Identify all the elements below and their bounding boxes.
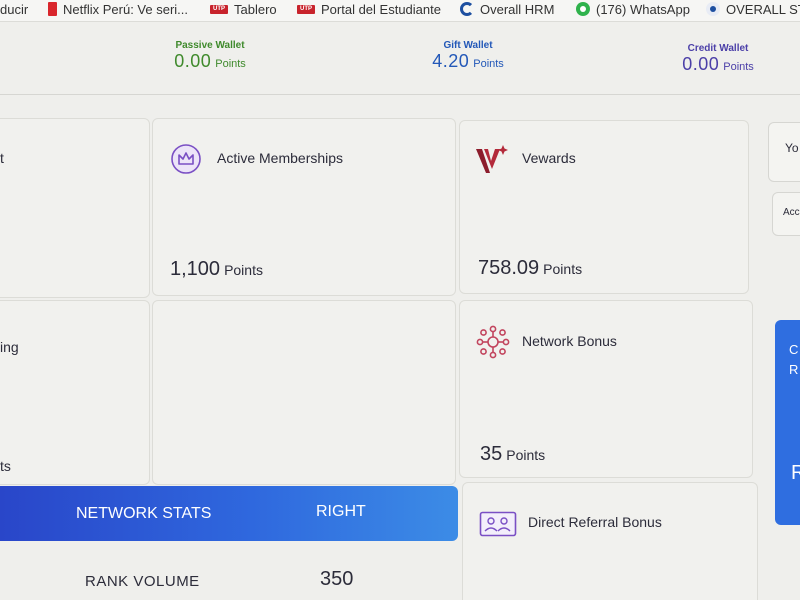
empty-card (152, 300, 456, 485)
credit-wallet-unit: Points (723, 61, 754, 73)
bookmark-item[interactable]: ducir (0, 0, 28, 18)
netflix-icon (48, 2, 57, 16)
right-edge-blue-panel[interactable]: C R R (775, 320, 800, 525)
rank-volume-label: RANK VOLUME (85, 573, 200, 590)
card-title: Vewards (522, 150, 576, 166)
blue-panel-text: R (789, 362, 799, 377)
passive-wallet-unit: Points (215, 58, 246, 70)
gift-wallet: Gift Wallet 4.20 Points (408, 40, 528, 72)
network-icon (476, 325, 510, 359)
right-edge-card[interactable]: Yo (768, 122, 800, 182)
left-card-text: ing (0, 339, 19, 355)
card-value-number: 1,100 (170, 258, 221, 280)
card-title: Active Memberships (217, 150, 344, 166)
right-edge-button-text: Acc (783, 207, 800, 218)
direct-referral-bonus-card[interactable]: Direct Referral Bonus (462, 482, 758, 600)
vewards-card[interactable]: Vewards 758.09 Points (459, 120, 749, 294)
bookmark-label: Portal del Estudiante (321, 1, 441, 17)
credit-wallet-label: Credit Wallet (687, 43, 749, 54)
bookmark-label: (176) WhatsApp (596, 1, 690, 17)
passive-wallet: Passive Wallet 0.00 Points (150, 40, 270, 72)
bookmark-overall-str[interactable]: OVERALL STR (706, 0, 800, 18)
bookmark-label: Overall HRM (480, 1, 555, 17)
blue-panel-text: C (789, 342, 799, 357)
network-bonus-card[interactable]: Network Bonus 35 Points (459, 300, 753, 478)
bookmark-portal-estudiante[interactable]: UTP Portal del Estudiante (297, 0, 441, 18)
hrm-icon (460, 2, 474, 16)
utp-icon: UTP (210, 4, 228, 14)
passive-wallet-value: 0.00 (174, 51, 212, 71)
referral-card-icon (479, 511, 517, 537)
active-memberships-card[interactable]: Active Memberships 1,100 Points (152, 118, 456, 296)
bookmark-label: Netflix Perú: Ve seri... (63, 1, 188, 17)
overall-icon (706, 2, 720, 16)
right-edge-card-text: Yo (785, 141, 799, 155)
network-stats-label: NETWORK STATS (76, 505, 212, 522)
bookmark-whatsapp[interactable]: (176) WhatsApp (576, 0, 690, 18)
card-value: 35 Points (480, 443, 545, 466)
utp-icon: UTP (297, 4, 315, 14)
card-value: 1,100 Points (170, 258, 263, 281)
vewards-logo-icon (476, 145, 508, 173)
left-card-top[interactable] (0, 118, 150, 298)
right-edge-button[interactable]: Acc (772, 192, 800, 236)
network-stats-bar[interactable]: NETWORK STATS RIGHT (0, 486, 458, 541)
left-card-text: t (0, 150, 4, 166)
card-title: Direct Referral Bonus (528, 514, 662, 530)
crown-icon (171, 144, 201, 174)
card-value-unit: Points (224, 262, 263, 278)
left-card-text: ts (0, 458, 11, 474)
card-title: Network Bonus (522, 333, 617, 349)
bookmark-netflix[interactable]: Netflix Perú: Ve seri... (48, 0, 188, 18)
bookmark-label: ducir (0, 1, 29, 17)
card-value: 758.09 Points (478, 257, 582, 280)
bookmark-overall-hrm[interactable]: Overall HRM (460, 0, 554, 18)
header-divider (0, 94, 800, 95)
left-card-bottom[interactable] (0, 300, 150, 485)
card-value-unit: Points (543, 261, 583, 277)
gift-wallet-unit: Points (473, 58, 504, 70)
bookmarks-bar: ducir Netflix Perú: Ve seri... UTP Table… (0, 0, 800, 22)
card-value-number: 35 (480, 443, 503, 465)
bookmark-label: Tablero (234, 1, 277, 17)
card-value-number: 758.09 (478, 257, 540, 279)
whatsapp-icon (576, 2, 590, 16)
gift-wallet-value: 4.20 (432, 51, 470, 71)
credit-wallet-value: 0.00 (682, 54, 720, 74)
bookmark-label: OVERALL STR (726, 1, 800, 17)
rank-volume-value: 350 (320, 568, 354, 590)
bookmark-tablero[interactable]: UTP Tablero (210, 0, 277, 18)
passive-wallet-label: Passive Wallet (175, 40, 245, 51)
blue-panel-text: R (791, 462, 800, 484)
gift-wallet-label: Gift Wallet (443, 40, 493, 51)
credit-wallet: Credit Wallet 0.00 Points (658, 43, 778, 75)
network-stats-right-tab[interactable]: RIGHT (316, 503, 366, 521)
card-value-unit: Points (506, 447, 546, 463)
